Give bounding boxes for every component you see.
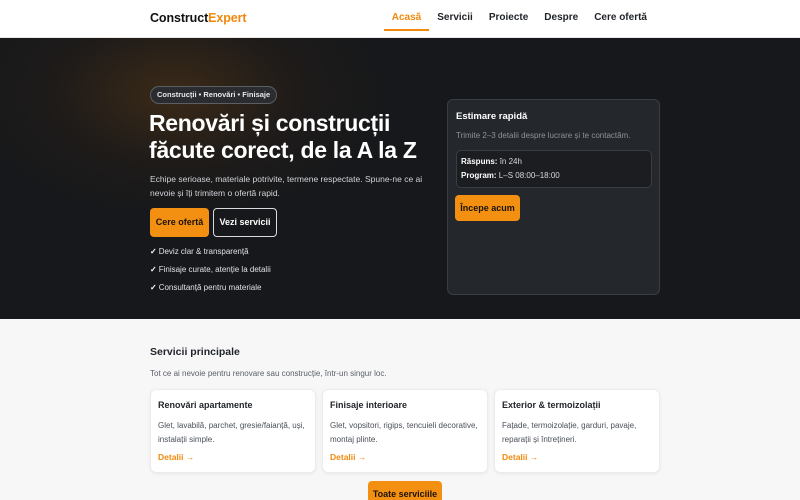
service-card-renovari: Renovări apartamente Glet, lavabilă, par…	[150, 389, 316, 473]
benefit-text: Finisaje curate, atenție la detalii	[158, 265, 271, 274]
service-card-description: Fațade, termoizolație, garduri, pavaje, …	[502, 421, 637, 444]
service-card-title: Finisaje interioare	[330, 400, 408, 410]
service-card-finisaje: Finisaje interioare Glet, vopsitori, rig…	[322, 389, 488, 473]
benefit-list: ✓ Deviz clar & transparență ✓ Finisaje cur…	[150, 246, 271, 300]
main-nav: Acasă Servicii Proiecte Despre Cere ofer…	[383, 0, 655, 38]
all-services-button[interactable]: Toate serviciile	[368, 481, 442, 500]
request-quote-button[interactable]: Cere ofertă	[150, 208, 209, 237]
check-icon: ✓	[150, 247, 157, 256]
schedule-value: L–S 08:00–18:00	[498, 171, 560, 180]
hero-section: Construcții • Renovări • Finisaje Renovă…	[0, 38, 800, 319]
hero-badge: Construcții • Renovări • Finisaje	[150, 86, 278, 104]
view-services-button[interactable]: Vezi servicii	[213, 208, 277, 237]
service-card-description: Glet, vopsitori, rigips, tencuieli decor…	[330, 421, 478, 444]
check-icon: ✓	[150, 265, 157, 274]
service-details-link[interactable]: Detalii →	[330, 452, 366, 462]
hero-subtitle: Echipe serioase, materiale potrivite, te…	[150, 174, 423, 198]
services-title: Servicii principale	[150, 346, 240, 358]
response-value: în 24h	[499, 157, 522, 166]
nav-item-cere-oferta[interactable]: Cere ofertă	[586, 0, 655, 38]
service-details-link[interactable]: Detalii →	[158, 452, 194, 462]
nav-item-despre[interactable]: Despre	[536, 0, 586, 38]
quick-estimate-subtitle: Trimite 2–3 detalii despre lucrare și te…	[456, 131, 631, 140]
benefit-text: Deviz clar & transparență	[158, 247, 249, 256]
brand-name-part1: Construct	[150, 11, 209, 25]
hero-title: Renovări și construcții făcute corect, d…	[149, 110, 417, 163]
service-card-title: Renovări apartamente	[158, 400, 253, 410]
brand-logo[interactable]: ConstructExpert	[150, 11, 247, 25]
site-header: ConstructExpert Acasă Servicii Proiecte …	[0, 0, 800, 38]
response-label: Răspuns:	[461, 157, 498, 166]
services-subtitle: Tot ce ai nevoie pentru renovare sau con…	[150, 369, 387, 378]
benefit-item: ✓ Finisaje curate, atenție la detalii	[150, 264, 271, 282]
quick-estimate-title: Estimare rapidă	[456, 111, 528, 122]
service-details-link[interactable]: Detalii →	[502, 452, 538, 462]
start-now-button[interactable]: Începe acum	[455, 195, 520, 221]
service-card-title: Exterior & termoizolații	[502, 400, 601, 410]
contact-info-box: Răspuns: în 24h Program: L–S 08:00–18:00	[456, 150, 652, 188]
brand-name-part2: Expert	[208, 11, 247, 25]
quick-estimate-card: Estimare rapidă Trimite 2–3 detalii desp…	[447, 99, 660, 295]
working-hours: Program: L–S 08:00–18:00	[461, 171, 560, 180]
schedule-label: Program:	[461, 171, 497, 180]
check-icon: ✓	[150, 283, 157, 292]
services-section: Servicii principale Tot ce ai nevoie pen…	[0, 319, 800, 500]
benefit-item: ✓ Deviz clar & transparență	[150, 246, 271, 264]
service-card-description: Glet, lavabilă, parchet, gresie/faianță,…	[158, 421, 305, 444]
nav-item-proiecte[interactable]: Proiecte	[481, 0, 536, 38]
response-time: Răspuns: în 24h	[461, 157, 522, 166]
benefit-text: Consultanță pentru materiale	[158, 283, 262, 292]
service-card-exterior: Exterior & termoizolații Fațade, termoiz…	[494, 389, 660, 473]
nav-item-servicii[interactable]: Servicii	[429, 0, 481, 38]
benefit-item: ✓ Consultanță pentru materiale	[150, 282, 271, 300]
nav-item-acasa[interactable]: Acasă	[383, 0, 430, 38]
